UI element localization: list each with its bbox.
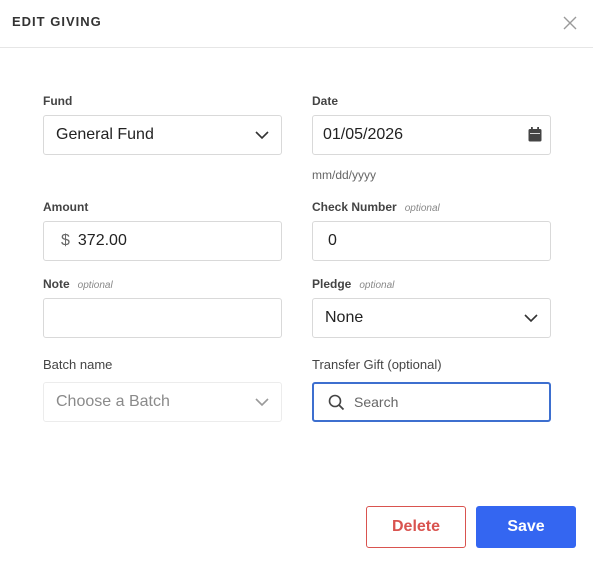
pledge-value: None [325,309,364,326]
check-number-input[interactable]: 0 [312,221,551,261]
optional-tag: optional [359,280,395,291]
dialog-header: EDIT GIVING [0,0,593,48]
amount-input[interactable]: $ 372.00 [43,221,282,261]
chevron-down-icon [255,398,269,407]
pledge-select[interactable]: None [312,298,551,338]
fund-value: General Fund [56,126,154,143]
note-input[interactable] [43,298,282,338]
currency-symbol: $ [61,232,70,249]
note-label-text: Note [43,277,70,291]
chevron-down-icon [255,131,269,140]
check-number-label: Check Number optional [312,200,440,214]
check-number-label-text: Check Number [312,200,397,214]
calendar-icon[interactable] [528,127,542,142]
batch-placeholder: Choose a Batch [56,393,170,410]
date-value: 01/05/2026 [323,126,404,143]
amount-label: Amount [43,200,89,214]
date-input[interactable]: 01/05/2026 [312,115,551,155]
batch-select[interactable]: Choose a Batch [43,382,282,422]
delete-button[interactable]: Delete [366,506,466,548]
close-icon[interactable] [562,15,578,31]
fund-label: Fund [43,94,73,108]
check-number-value: 0 [328,232,337,249]
save-button[interactable]: Save [476,506,576,548]
transfer-gift-label: Transfer Gift (optional) [312,357,442,372]
pledge-label-text: Pledge [312,277,352,291]
pledge-label: Pledge optional [312,277,394,291]
chevron-down-icon [524,314,538,323]
date-label: Date [312,94,339,108]
fund-select[interactable]: General Fund [43,115,282,155]
optional-tag: optional [77,280,113,291]
transfer-gift-search[interactable]: Search [312,382,551,422]
search-icon [328,394,345,410]
amount-value: 372.00 [77,232,127,249]
dialog-title: EDIT GIVING [12,14,102,29]
date-format-hint: mm/dd/yyyy [312,168,377,182]
batch-label: Batch name [43,357,113,372]
search-placeholder: Search [354,394,399,410]
optional-tag: optional [404,203,440,214]
note-label: Note optional [43,277,113,291]
